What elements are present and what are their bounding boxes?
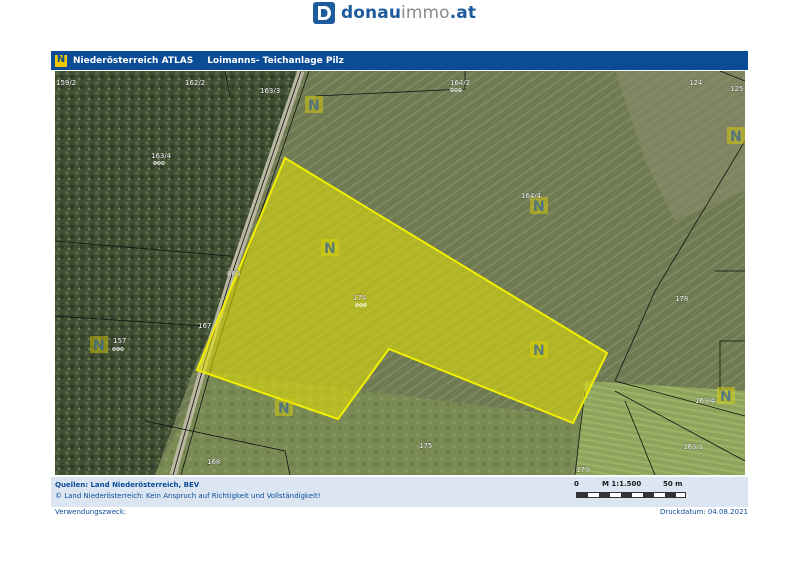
scale-bar-graphic — [576, 492, 686, 498]
purpose-label: Verwendungszweck: — [55, 508, 127, 516]
svg-text:N: N — [720, 389, 732, 405]
parcel-label: 164/2 — [450, 79, 470, 87]
noe-logo-icon: N — [55, 53, 67, 67]
aerial-map[interactable]: N N N N N N N N 159/2 162/2 163/3 164/2 — [55, 71, 745, 475]
parcel-label: 167 — [198, 322, 211, 330]
scale-end: 50 m — [663, 480, 683, 488]
atlas-name: Niederösterreich ATLAS — [73, 55, 194, 66]
parcel-label: 162/2 — [185, 79, 205, 87]
logo-brand-mid: immo — [401, 3, 450, 23]
scale-bar: 0 M 1:1.500 50 m — [574, 480, 699, 504]
atlas-print-frame: N Niederösterreich ATLAS Loimanns- Teich… — [51, 51, 748, 507]
donauimmo-logo[interactable]: donauimmo.at — [313, 1, 476, 25]
logo-brand-right: .at — [449, 3, 477, 23]
aerial-map-canvas: N N N N N N N N 159/2 162/2 163/3 164/2 — [55, 71, 745, 475]
noe-logo-letter: N — [56, 53, 66, 65]
svg-text:N: N — [308, 98, 320, 114]
parcel-label: 157 — [113, 337, 126, 345]
svg-text:N: N — [93, 338, 105, 354]
svg-text:N: N — [730, 129, 742, 145]
parcel-label: 178 — [675, 295, 688, 303]
parcel-label: 124 — [689, 79, 703, 87]
parcel-label: 179 — [576, 466, 589, 474]
svg-text:N: N — [533, 343, 545, 359]
svg-text:N: N — [533, 199, 545, 215]
parcel-label: 163/1 — [683, 443, 703, 451]
svg-text:N: N — [324, 241, 336, 257]
parcel-label: 163/4 — [695, 397, 716, 405]
parcel-label: 159/2 — [56, 79, 76, 87]
copyright-text: © Land Niederösterreich: Kein Anspruch a… — [55, 492, 321, 500]
logo-brand-left: donau — [341, 3, 402, 23]
scale-zero: 0 — [574, 480, 579, 488]
map-subject: Loimanns- Teichanlage Pilz — [207, 55, 344, 66]
map-footer: Quellen: Land Niederösterreich, BEV © La… — [51, 477, 748, 507]
parcel-label: 603 — [227, 270, 240, 278]
atlas-titlebar: N Niederösterreich ATLAS Loimanns- Teich… — [51, 51, 748, 70]
svg-text:N: N — [278, 401, 290, 417]
parcel-label: 163/4 — [151, 152, 172, 160]
parcel-label: 163/3 — [260, 87, 280, 95]
parcel-label: 174 — [353, 294, 367, 302]
parcel-label: 125 — [730, 85, 743, 93]
parcel-label: 175 — [419, 442, 432, 450]
logo-wordmark: donauimmo.at — [341, 3, 476, 23]
logo-mark-icon — [313, 2, 335, 24]
parcel-label: 164/4 — [521, 192, 542, 200]
parcel-label: 168 — [207, 458, 220, 466]
scale-ratio: M 1:1.500 — [602, 480, 642, 488]
sources-text: Quellen: Land Niederösterreich, BEV — [55, 481, 200, 489]
print-date: Druckdatum: 04.08.2021 — [659, 508, 748, 516]
